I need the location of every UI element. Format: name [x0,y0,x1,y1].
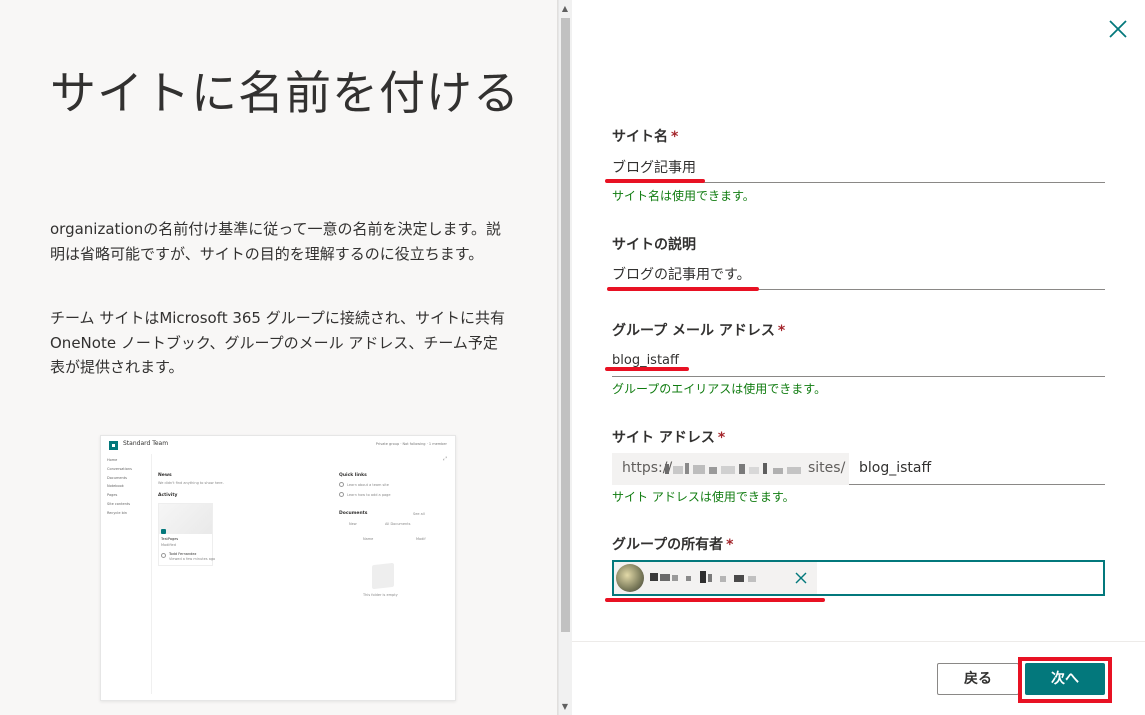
preview-quick-link: Learn how to add a page [347,493,391,497]
preview-nav-item: Pages [107,493,118,498]
preview-site-title: Standard Team [123,440,169,447]
preview-quick-link: Learn about a team site [347,483,389,487]
owner-avatar [616,564,644,592]
site-name-label: サイト名 * [612,126,678,146]
preview-link-icon [339,482,344,487]
preview-activity-heading: Activity [158,493,178,498]
preview-news-heading: News [158,473,172,478]
annotation-underline [605,598,825,602]
site-name-label-text: サイト名 [612,129,668,145]
preview-user-avatar [161,553,166,558]
preview-news-empty: We didn't find anything to show here. [158,481,224,485]
preview-activity-user-sub: Viewed a few minutes ago [169,557,216,561]
preview-expand-icon: ⤢ [442,456,447,462]
group-email-label-text: グループ メール アドレス [612,323,775,339]
annotation-underline [607,287,759,291]
preview-activity-sub: Modified [161,543,176,547]
form-panel: サイト名 * ブログ記事用 サイト名は使用できます。 サイトの説明 ブログの記事用… [572,0,1145,715]
preview-site-info: Private group · Not following · 1 member [375,442,447,446]
site-address-sites-segment: sites/ [808,460,846,476]
required-marker: * [726,537,734,553]
preview-site-logo-icon [109,441,118,450]
site-address-available-message: サイト アドレスは使用できます。 [612,490,795,504]
page-title: サイトに名前を付ける [50,66,520,120]
preview-divider [151,454,152,694]
site-address-label-text: サイト アドレス [612,430,715,446]
group-email-input[interactable]: blog_istaff [612,353,679,368]
group-email-label: グループ メール アドレス * [612,320,785,340]
required-marker: * [777,323,786,339]
site-description-label: サイトの説明 [612,237,696,253]
preview-nav-item: Recycle bin [107,510,127,515]
site-address-label: サイト アドレス * [612,427,725,447]
preview-nav-item: Documents [107,475,127,480]
preview-nav-item: Notebook [107,484,124,489]
preview-name-column: Name [363,537,374,541]
preview-activity-thumbnail [159,504,212,534]
preview-empty-folder-text: This folder is empty [363,593,398,597]
preview-all-documents: All Documents [385,522,411,526]
group-email-available-message: グループのエイリアスは使用できます。 [612,382,827,396]
redacted-domain [665,463,801,474]
group-owner-label: グループの所有者 * [612,534,734,554]
preview-nav-item: Site contents [107,501,131,506]
back-button[interactable]: 戻る [937,663,1019,695]
annotation-underline [605,179,705,183]
preview-empty-folder-icon [372,562,394,590]
group-owner-label-text: グループの所有者 [612,537,724,553]
preview-see-all: See all [413,512,425,516]
preview-modified-column: Modif [416,537,426,541]
redacted-owner-name [650,571,756,583]
team-site-description: チーム サイトはMicrosoft 365 グループに接続され、サイトに共有 O… [50,309,505,376]
site-name-input[interactable]: ブログ記事用 [612,157,696,177]
footer-divider [572,641,1145,642]
scroll-down-arrow-icon[interactable]: ▼ [558,700,572,714]
close-icon[interactable] [1107,18,1129,40]
site-description-input[interactable]: ブログの記事用です。 [612,264,751,284]
naming-description: organizationの名前付け基準に従って一意の名前を決定します。説明は省略… [50,220,502,263]
team-site-preview: Standard Team Private group · Not follow… [100,435,456,701]
required-marker: * [671,129,679,145]
preview-nav-item: Conversations [107,466,132,471]
preview-quick-links-heading: Quick links [339,473,367,478]
group-email-underline [612,376,1105,377]
preview-activity-item: TestPages [161,537,179,541]
required-marker: * [717,430,726,446]
info-panel: サイトに名前を付ける organizationの名前付け基準に従って一意の名前を… [0,0,558,715]
preview-page-icon [161,529,166,534]
annotation-underline [605,367,689,371]
preview-activity-user: Todd Fernandez [169,552,197,556]
preview-link-icon [339,492,344,497]
site-address-underline [849,484,1105,485]
site-address-input[interactable]: blog_istaff [859,460,931,476]
preview-activity-card: TestPages Modified Todd Fernandez Viewed… [158,503,216,566]
preview-nav-item: Home [107,458,118,462]
preview-new-button: New [349,522,357,526]
preview-documents-heading: Documents [339,511,368,516]
scrollbar-thumb[interactable] [561,18,570,632]
next-button[interactable]: 次へ [1025,663,1105,695]
preview-nav: Home Conversations Documents Notebook Pa… [107,456,151,518]
site-name-available-message: サイト名は使用できます。 [612,189,755,203]
remove-owner-icon[interactable] [794,571,808,585]
scroll-up-arrow-icon[interactable]: ▲ [558,2,572,16]
